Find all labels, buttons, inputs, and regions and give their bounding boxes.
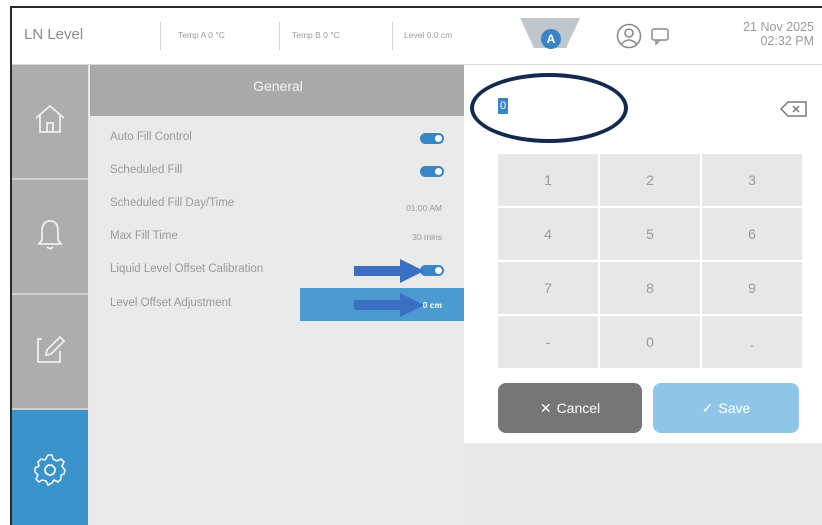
alarm-indicator[interactable]: A [518,14,582,50]
alarm-letter: A [541,29,561,49]
header-divider [392,22,393,50]
nav-settings[interactable] [12,410,88,525]
date-time: 21 Nov 2025 02:32 PM [743,20,814,48]
key-minus[interactable]: - [498,316,598,368]
header-divider [279,22,280,50]
backspace-icon[interactable] [779,100,808,123]
nav-alarms[interactable] [12,180,88,295]
close-icon: ✕ [539,400,552,416]
nav-home[interactable] [12,65,88,180]
auto-fill-toggle[interactable] [420,133,444,144]
app-title: LN Level [24,26,84,43]
status-header: LN Level Temp A 0 °C Temp B 0 °C Level 0… [12,8,822,65]
annotation-circle [470,73,628,143]
setting-label: Max Fill Time [110,230,178,242]
edit-icon [37,335,66,363]
key-8[interactable]: 8 [600,262,700,314]
setting-row-auto-fill: Auto Fill Control [90,123,466,153]
cancel-label: Cancel [556,400,601,416]
key-2[interactable]: 2 [600,154,700,206]
key-5[interactable]: 5 [600,208,700,260]
key-1[interactable]: 1 [498,154,598,206]
key-4[interactable]: 4 [498,208,598,260]
temp-b-readout: Temp B 0 °C [292,30,340,40]
setting-row-scheduled-fill: Scheduled Fill [90,156,466,186]
numeric-keypad-dialog: 0 1 2 3 4 5 6 7 8 9 - 0 . ✕ Cancel ✓ Save [464,65,822,443]
time-text: 02:32 PM [760,34,814,48]
setting-label: Level Offset Adjustment [110,297,232,309]
side-nav [12,65,88,525]
setting-label: Auto Fill Control [110,131,192,143]
setting-label: Scheduled Fill [110,164,183,176]
level-readout: Level 0.0 cm [404,30,453,40]
key-9[interactable]: 9 [702,262,802,314]
setting-value: 01:00 AM [406,203,442,213]
scheduled-fill-toggle[interactable] [420,166,444,177]
annotation-arrow-icon [354,259,424,283]
home-icon [35,104,65,133]
message-icon[interactable] [650,27,670,50]
annotation-arrow-icon [354,293,424,317]
settings-panel: General Auto Fill Control Scheduled Fill… [90,65,466,525]
bell-icon [37,220,63,250]
key-7[interactable]: 7 [498,262,598,314]
nav-edit[interactable] [12,295,88,410]
save-label: Save [718,400,751,416]
device-screen: LN Level Temp A 0 °C Temp B 0 °C Level 0… [10,6,822,525]
user-icon[interactable] [616,23,642,54]
setting-label: Liquid Level Offset Calibration [110,263,264,275]
setting-label: Scheduled Fill Day/Time [110,197,235,209]
key-0[interactable]: 0 [600,316,700,368]
cancel-button[interactable]: ✕ Cancel [498,383,642,433]
temp-a-readout: Temp A 0 °C [178,30,225,40]
check-icon: ✓ [701,400,714,416]
save-button[interactable]: ✓ Save [653,383,799,433]
date-text: 21 Nov 2025 [743,20,814,34]
key-3[interactable]: 3 [702,154,802,206]
setting-row-fill-day-time[interactable]: Scheduled Fill Day/Time 01:00 AM [90,189,466,219]
gear-icon [34,454,66,486]
setting-row-max-fill-time[interactable]: Max Fill Time 30 mins [90,222,466,252]
panel-title: General [90,65,466,116]
header-divider [160,22,161,50]
key-decimal[interactable]: . [702,316,802,368]
setting-value: 30 mins [412,232,442,242]
key-6[interactable]: 6 [702,208,802,260]
